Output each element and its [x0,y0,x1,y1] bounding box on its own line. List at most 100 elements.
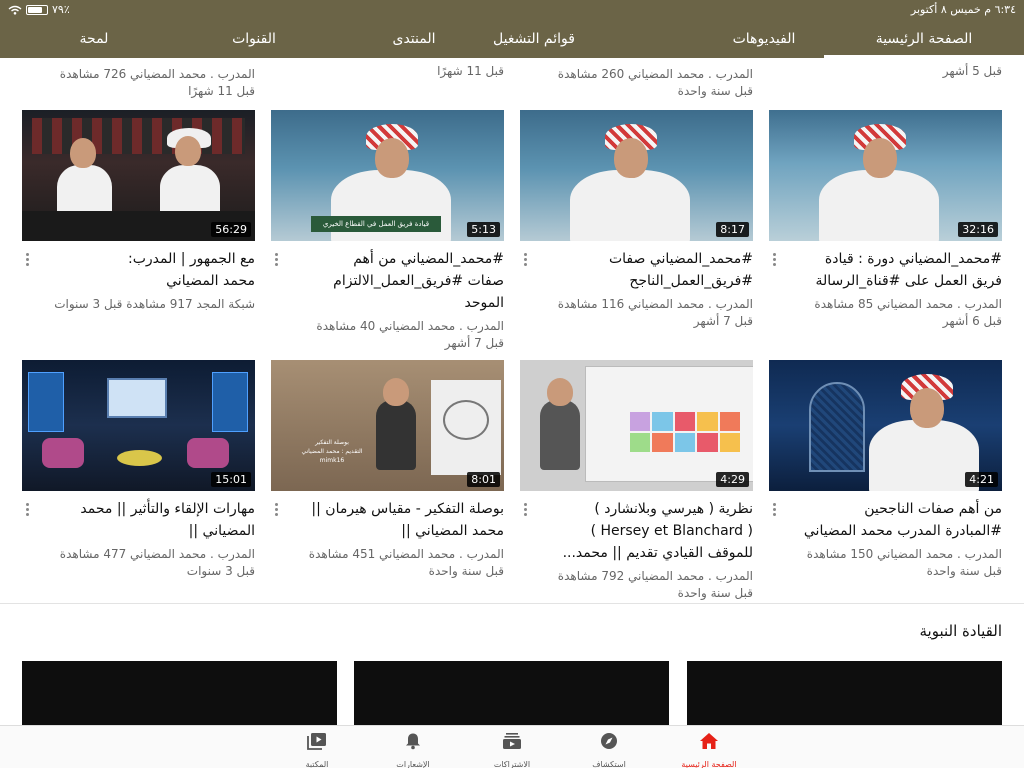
video-card[interactable]: 8:17 #محمد_المضياني صفات #فريق_العمل_الن… [520,110,753,335]
video-title-line: محمد المضياني [166,273,255,289]
video-thumbnail[interactable]: 15:01 [22,360,255,491]
video-title[interactable]: من أهم صفات الناجحين #المبادرة المدرب مح… [785,498,1002,542]
status-indicators: ٧٩٪ [8,3,70,16]
video-title[interactable]: مع الجمهور | المدرب: محمد المضياني [38,248,255,292]
video-title-line: نظرية ( هيرسي وبلانشارد ) [594,501,753,517]
video-title[interactable]: مهارات الإلقاء والتأثير || محمد المضياني… [38,498,255,542]
video-meta: قبل 11 شهرًا [188,84,255,98]
nav-subscriptions[interactable]: الاشتراكات [467,726,557,768]
tab-playlists[interactable]: قوائم التشغيل [464,20,604,58]
video-thumbnail[interactable] [687,661,1002,725]
video-thumbnail[interactable]: 4:29 [520,360,753,491]
thumbnail-caption: التقديم : محمد المضياني [301,448,363,455]
video-meta: قبل 11 شهرًا [437,64,504,78]
video-card[interactable]: 4:29 نظرية ( هيرسي وبلانشارد ) ( Hersey … [520,360,753,605]
video-duration: 15:01 [211,472,251,487]
video-meta: المدرب . محمد المضياني 40 مشاهدة [316,319,504,333]
video-card[interactable]: قيادة فريق العمل في القطاع الخيري 5:13 #… [271,110,504,350]
nav-home[interactable]: الصفحة الرئيسية [664,726,754,768]
video-age: قبل سنة واحدة [428,564,504,578]
video-title-line: فريق العمل على #قناة_الرسالة [815,273,1003,289]
battery-fill [28,6,43,13]
video-title-line: #محمد_المضياني من أهم [353,251,504,267]
video-thumbnail[interactable]: 8:17 [520,110,753,241]
video-title-line: صفات #فريق_العمل_الالتزام [333,273,504,289]
video-duration: 8:17 [716,222,749,237]
video-title[interactable]: #محمد_المضياني دورة : قيادة فريق العمل ع… [785,248,1003,292]
nav-notifications[interactable]: الإشعارات [368,726,458,768]
video-card[interactable]: 56:29 مع الجمهور | المدرب: محمد المضياني… [22,110,255,335]
tab-videos[interactable]: الفيديوهات [704,20,824,58]
video-card[interactable]: 15:01 مهارات الإلقاء والتأثير || محمد ال… [22,360,255,585]
tab-about[interactable]: لمحة [44,20,144,58]
video-thumbnail[interactable]: 56:29 [22,110,255,241]
library-icon [307,732,327,750]
video-age: قبل سنة واحدة [926,564,1002,578]
video-card[interactable]: 4:21 من أهم صفات الناجحين #المبادرة المد… [769,360,1002,585]
video-age: قبل 7 أشهر [693,314,753,328]
video-card[interactable]: بوصلة التفكير التقديم : محمد المضياني mi… [271,360,504,585]
video-title-line: #محمد_المضياني دورة : قيادة [824,251,1002,267]
more-options-icon[interactable] [769,502,779,516]
video-meta: المدرب . محمد المضياني 726 مشاهدة [59,67,255,81]
channel-tabs: الصفحة الرئيسية الفيديوهات قوائم التشغيل… [0,20,1024,58]
video-thumbnail[interactable]: قيادة فريق العمل في القطاع الخيري 5:13 [271,110,504,241]
video-title[interactable]: بوصلة التفكير - مقياس هيرمان || محمد الم… [287,498,504,542]
video-title[interactable]: #محمد_المضياني صفات #فريق_العمل_الناجح [536,248,753,292]
video-duration: 32:16 [958,222,998,237]
video-meta: المدرب . محمد المضياني 792 مشاهدة [557,569,753,583]
channel-home-feed[interactable]: قبل 5 أشهر المدرب . محمد المضياني 260 مش… [0,58,1024,725]
tab-forum[interactable]: المنتدى [374,20,454,58]
video-title[interactable]: نظرية ( هيرسي وبلانشارد ) ( Hersey et Bl… [536,498,753,564]
video-card[interactable]: 32:16 #محمد_المضياني دورة : قيادة فريق ا… [769,110,1002,335]
home-icon [699,732,719,750]
tab-channels[interactable]: القنوات [204,20,304,58]
more-options-icon[interactable] [520,252,530,266]
thumbnail-caption: قيادة فريق العمل في القطاع الخيري [311,216,441,232]
bottom-navigation: الصفحة الرئيسية استكشاف الاشتراكات الإشع… [0,725,1024,768]
bell-icon [403,732,423,750]
video-title-line: من أهم صفات الناجحين [864,501,1002,517]
video-meta: قبل سنة واحدة [677,84,753,98]
battery-icon [26,4,48,15]
video-age: قبل 6 أشهر [942,314,1002,328]
video-meta: المدرب . محمد المضياني 116 مشاهدة [557,297,753,311]
video-thumbnail[interactable] [22,661,337,725]
video-duration: 4:21 [965,472,998,487]
video-thumbnail[interactable] [354,661,669,725]
video-thumbnail[interactable]: 32:16 [769,110,1002,241]
subscriptions-icon [502,732,522,750]
video-age: قبل سنة واحدة [677,586,753,600]
tab-home[interactable]: الصفحة الرئيسية [824,20,1024,58]
status-time: ٦:٣٤ م خميس ٨ أكتوبر [910,3,1016,16]
thumbnail-handle: mimk16 [319,457,345,464]
video-title-line: للموقف القيادي تقديم || محمد... [562,545,753,561]
more-options-icon[interactable] [22,252,32,266]
video-meta: المدرب . محمد المضياني 85 مشاهدة [814,297,1002,311]
more-options-icon[interactable] [520,502,530,516]
video-meta: قبل 5 أشهر [942,64,1002,78]
nav-label: المكتبة [305,760,329,768]
video-title-line: #محمد_المضياني صفات [608,251,753,267]
video-title-line: المضياني || [188,523,255,539]
video-title-line: مهارات الإلقاء والتأثير || محمد [80,501,255,517]
video-meta: شبكة المجد 917 مشاهدة قبل 3 سنوات [54,297,255,311]
video-duration: 56:29 [211,222,251,237]
video-title-line: ( Hersey et Blanchard ) [590,523,753,539]
section-title[interactable]: القيادة النبوية [920,622,1003,640]
more-options-icon[interactable] [271,502,281,516]
video-thumbnail[interactable]: 4:21 [769,360,1002,491]
video-meta: المدرب . محمد المضياني 150 مشاهدة [806,547,1002,561]
status-bar: ٦:٣٤ م خميس ٨ أكتوبر ٧٩٪ [0,0,1024,20]
nav-library[interactable]: المكتبة [272,726,362,768]
video-title-line: محمد المضياني || [401,523,504,539]
video-thumbnail[interactable]: بوصلة التفكير التقديم : محمد المضياني mi… [271,360,504,491]
nav-explore[interactable]: استكشاف [564,726,654,768]
video-title[interactable]: #محمد_المضياني من أهم صفات #فريق_العمل_ا… [287,248,504,314]
video-meta: المدرب . محمد المضياني 477 مشاهدة [59,547,255,561]
more-options-icon[interactable] [769,252,779,266]
battery-percent: ٧٩٪ [52,3,70,16]
nav-label: الصفحة الرئيسية [681,760,737,768]
more-options-icon[interactable] [271,252,281,266]
more-options-icon[interactable] [22,502,32,516]
